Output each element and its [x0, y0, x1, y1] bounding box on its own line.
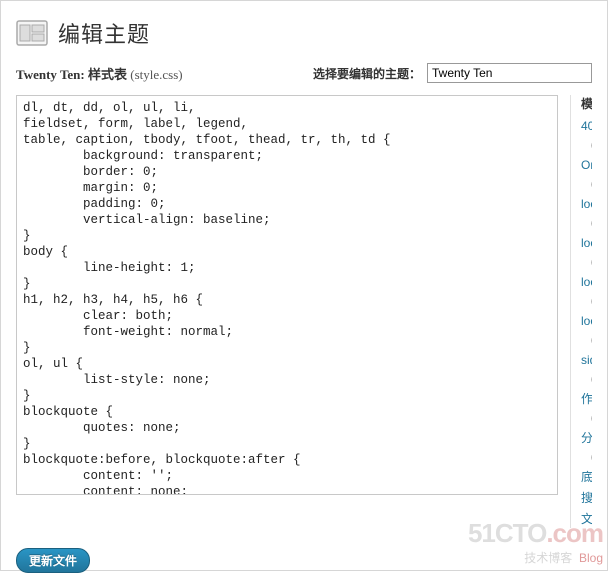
sidebar-file-sub: (: [591, 213, 592, 231]
sidebar-file-sub: (: [591, 135, 592, 153]
sidebar-file-sub: (: [591, 174, 592, 192]
sidebar-section-templates: 模板: [581, 95, 592, 113]
theme-select[interactable]: [427, 63, 592, 83]
theme-select-label: 选择要编辑的主题：: [313, 65, 421, 82]
sidebar-file-link[interactable]: 作者: [581, 390, 592, 408]
sidebar-file-link[interactable]: side: [581, 351, 592, 369]
theme-editor-icon: [16, 20, 48, 46]
sidebar-file-sub: (: [591, 330, 592, 348]
sidebar-file-link[interactable]: 404: [581, 117, 592, 135]
sidebar-file-link[interactable]: 底部: [581, 468, 592, 486]
save-button[interactable]: 更新文件: [16, 548, 90, 573]
sidebar-file-sub: (: [591, 252, 592, 270]
file-list-sidebar: 模板 404(One 板(loop(loop(loop(loop(side(全作…: [570, 95, 592, 528]
sidebar-file-link[interactable]: One 板: [581, 156, 592, 174]
sidebar-file-link[interactable]: loop: [581, 234, 592, 252]
sidebar-file-sub: (全: [591, 408, 592, 426]
sidebar-file-link[interactable]: loop: [581, 273, 592, 291]
sidebar-file-link[interactable]: 分类: [581, 429, 592, 447]
sidebar-file-sub: (全: [591, 447, 592, 465]
sidebar-file-link[interactable]: 搜索: [581, 489, 592, 507]
code-editor[interactable]: [16, 95, 558, 495]
sidebar-file-link[interactable]: loop: [581, 312, 592, 330]
sidebar-file-link[interactable]: 文章: [581, 510, 592, 528]
sidebar-file-sub: (: [591, 291, 592, 309]
current-file-label: Twenty Ten: 样式表 (style.css): [16, 64, 183, 83]
page-title: 编辑主题: [58, 17, 150, 49]
sidebar-file-sub: (全: [591, 369, 592, 387]
sidebar-file-link[interactable]: loop: [581, 195, 592, 213]
